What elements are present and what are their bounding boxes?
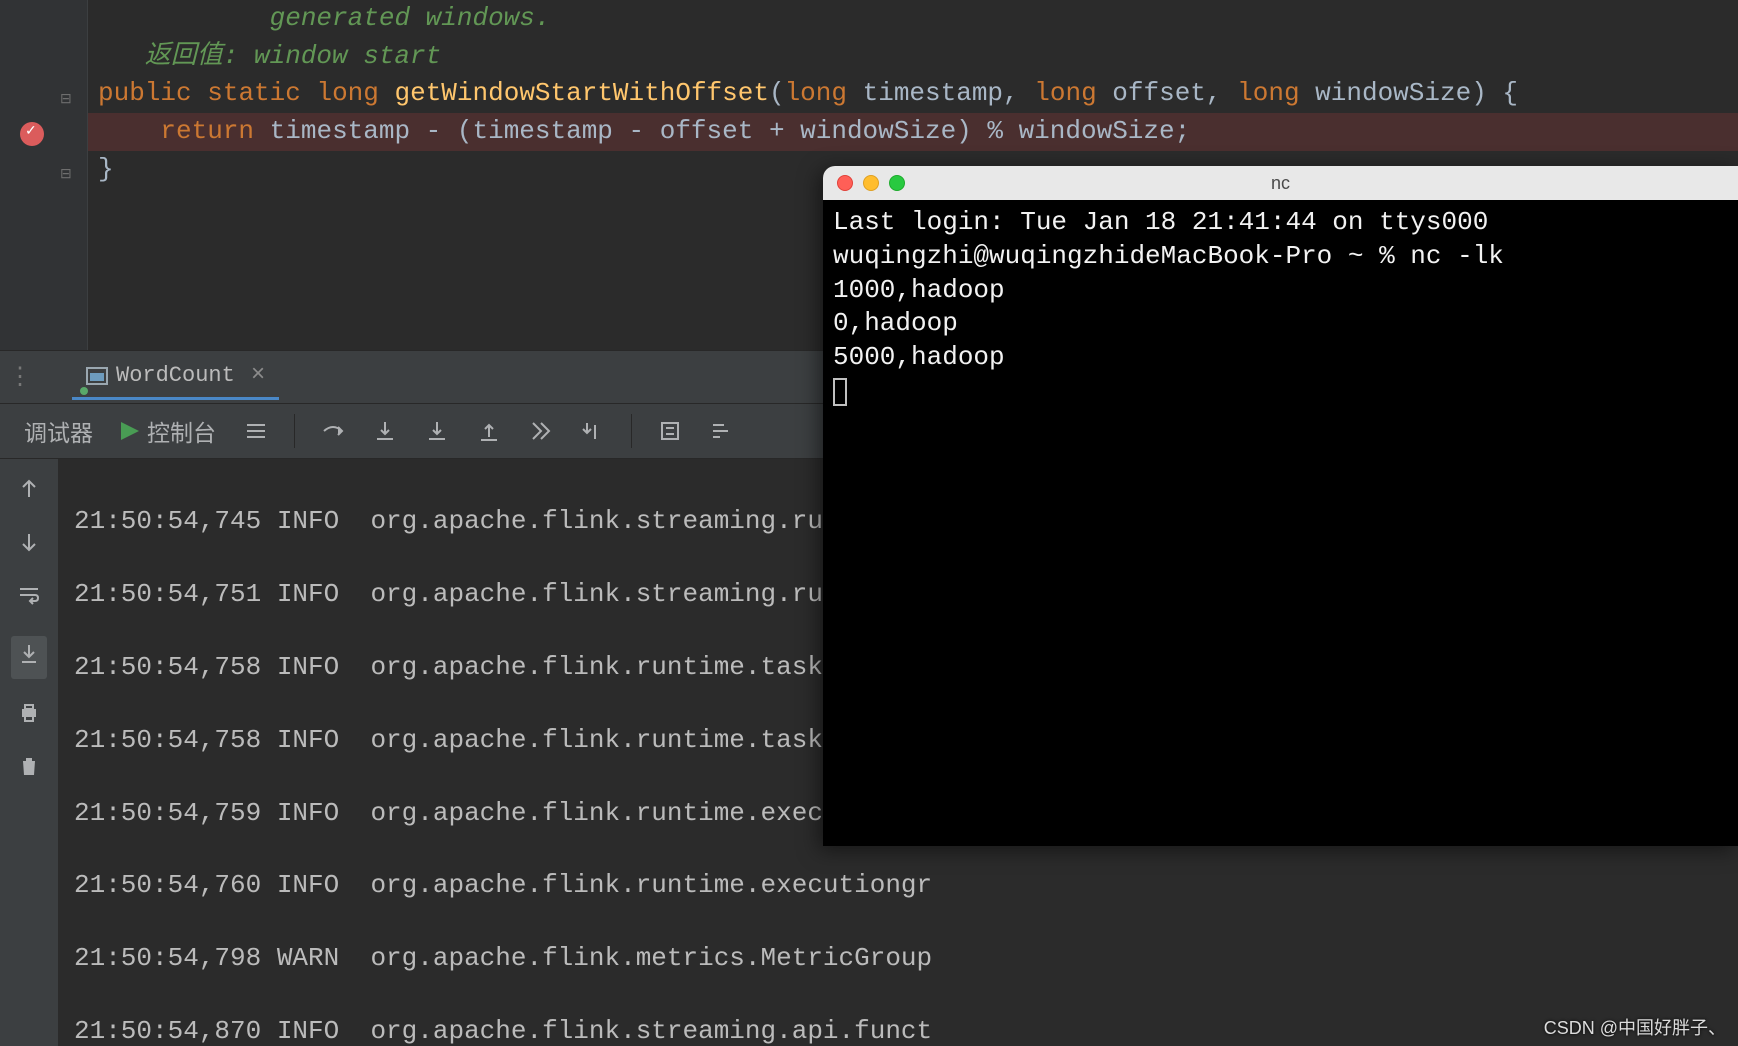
run-to-cursor-icon[interactable]	[581, 419, 605, 443]
terminal-window[interactable]: nc Last login: Tue Jan 18 21:41:44 on tt…	[823, 166, 1738, 846]
terminal-titlebar[interactable]: nc	[823, 166, 1738, 200]
scroll-down-icon[interactable]	[17, 530, 41, 561]
minimize-window-icon[interactable]	[863, 175, 879, 191]
method-name: getWindowStartWithOffset	[395, 78, 769, 108]
console-tab[interactable]: 控制台	[121, 414, 216, 448]
terminal-line: 1000,hadoop	[833, 274, 1728, 308]
debugger-tab[interactable]: 调试器	[24, 414, 93, 448]
force-step-into-icon[interactable]	[425, 419, 449, 443]
evaluate-icon[interactable]	[658, 419, 682, 443]
close-window-icon[interactable]	[837, 175, 853, 191]
run-config-icon	[86, 367, 108, 385]
watermark: CSDN @中国好胖子、	[1544, 1014, 1726, 1040]
cursor-icon	[833, 378, 847, 406]
log-line: 21:50:54,870 INFO org.apache.flink.strea…	[74, 1013, 1722, 1046]
play-icon	[121, 422, 139, 440]
fold-icon[interactable]: ⊟	[60, 90, 76, 106]
panel-menu-icon[interactable]: ⋮	[8, 362, 32, 392]
terminal-prompt: wuqingzhi@wuqingzhideMacBook-Pro ~ % nc …	[833, 240, 1728, 274]
terminal-body[interactable]: Last login: Tue Jan 18 21:41:44 on ttys0…	[823, 200, 1738, 415]
terminal-line: 0,hadoop	[833, 307, 1728, 341]
trace-icon[interactable]	[710, 419, 734, 443]
editor-gutter: ⊟ ⊟	[0, 0, 88, 350]
maximize-window-icon[interactable]	[889, 175, 905, 191]
run-tab-label: WordCount	[116, 363, 235, 388]
javadoc-line: generated windows.	[98, 3, 550, 33]
run-tab-wordcount[interactable]: WordCount ×	[72, 354, 279, 400]
log-line: 21:50:54,798 WARN org.apache.flink.metri…	[74, 940, 1722, 976]
terminal-line: 5000,hadoop	[833, 341, 1728, 375]
threads-icon[interactable]	[244, 419, 268, 443]
javadoc-return: 返回值: window start	[98, 41, 441, 71]
running-indicator-icon	[80, 387, 88, 395]
divider	[631, 414, 632, 448]
breakpoint-icon[interactable]	[20, 122, 44, 146]
scroll-to-end-icon[interactable]	[11, 636, 47, 679]
divider	[294, 414, 295, 448]
window-controls	[837, 175, 905, 191]
print-icon[interactable]	[17, 701, 41, 732]
terminal-line: Last login: Tue Jan 18 21:41:44 on ttys0…	[833, 206, 1728, 240]
log-line: 21:50:54,760 INFO org.apache.flink.runti…	[74, 867, 1722, 903]
breakpoint-line: return timestamp - (timestamp - offset +…	[0, 113, 1738, 151]
step-out-icon[interactable]	[477, 419, 501, 443]
console-sidebar	[0, 459, 58, 1046]
drop-frame-icon[interactable]	[529, 419, 553, 443]
soft-wrap-icon[interactable]	[17, 583, 41, 614]
terminal-title: nc	[1271, 173, 1290, 194]
step-into-icon[interactable]	[373, 419, 397, 443]
step-over-icon[interactable]	[321, 419, 345, 443]
scroll-up-icon[interactable]	[17, 477, 41, 508]
fold-icon[interactable]: ⊟	[60, 165, 76, 181]
clear-icon[interactable]	[17, 754, 41, 785]
close-icon[interactable]: ×	[251, 362, 265, 389]
